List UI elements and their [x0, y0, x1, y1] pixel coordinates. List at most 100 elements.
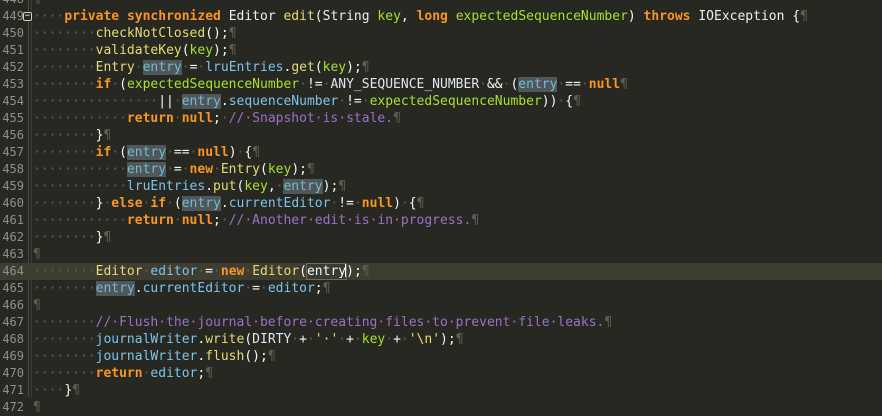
- code-line[interactable]: 460 ········}·else·if·(entry.currentEdito…: [0, 195, 882, 212]
- code-editor-pane[interactable]: 448¶449−····private synchronized Editor …: [0, 0, 882, 416]
- code-token: +: [299, 332, 307, 347]
- code-line[interactable]: 459 ············lruEntries.put(key,·entry…: [0, 178, 882, 195]
- line-code[interactable]: ············lruEntries.put(key,·entry);¶: [33, 178, 346, 195]
- code-line[interactable]: 454 ················||·entry.sequenceNumb…: [0, 93, 882, 110]
- code-line[interactable]: 453 ········if·(expectedSequenceNumber·!=…: [0, 76, 882, 93]
- fold-collapse-icon[interactable]: −: [23, 12, 32, 21]
- line-code[interactable]: ¶: [33, 297, 41, 314]
- line-code[interactable]: ········}·else·if·(entry.currentEditor·!…: [33, 195, 424, 212]
- line-code[interactable]: ········Entry·entry·=·lruEntries.get(key…: [33, 59, 370, 76]
- whitespace-marker: ·: [220, 111, 229, 126]
- code-token: journalWriter: [95, 332, 198, 347]
- code-line[interactable]: 472 ¶: [0, 399, 882, 416]
- code-token: Entry: [95, 60, 135, 75]
- line-code[interactable]: ················||·entry.sequenceNumber·…: [33, 93, 581, 110]
- whitespace-marker: ·: [338, 94, 347, 109]
- code-token: +: [346, 332, 354, 347]
- code-line[interactable]: 455 ············return·null;·//·Snapshot·…: [0, 110, 882, 127]
- whitespace-marker: ················: [33, 94, 159, 109]
- code-line[interactable]: 466 ¶: [0, 297, 882, 314]
- whitespace-marker: ·: [244, 281, 253, 296]
- code-token: if: [95, 145, 112, 160]
- code-line[interactable]: 464 ········Editor·editor·=·new·Editor(en…: [0, 263, 882, 280]
- line-code[interactable]: ········return·editor;¶: [33, 365, 213, 382]
- code-line[interactable]: 458 ············entry·=·new·Entry(key);¶: [0, 161, 882, 178]
- line-code[interactable]: ············return·null;·//·Snapshot·is·…: [33, 110, 401, 127]
- line-number: 469: [2, 349, 24, 363]
- code-line[interactable]: 456 ········}¶: [0, 127, 882, 144]
- line-number: 466: [2, 298, 24, 312]
- code-line[interactable]: 461 ············return·null;·//·Another·e…: [0, 212, 882, 229]
- code-token: editor: [267, 281, 315, 296]
- code-line[interactable]: 462 ········}¶: [0, 229, 882, 246]
- line-code[interactable]: ¶: [33, 246, 41, 263]
- code-line[interactable]: 452 ········Entry·entry·=·lruEntries.get(…: [0, 59, 882, 76]
- line-number: 458: [2, 162, 24, 176]
- line-number: 468: [2, 332, 24, 346]
- line-number: 462: [2, 230, 24, 244]
- whitespace-marker: ·: [173, 94, 182, 109]
- code-token: key: [267, 162, 292, 177]
- whitespace-marker: ····: [33, 9, 65, 24]
- code-token: return: [126, 213, 174, 228]
- code-line[interactable]: 463 ¶: [0, 246, 882, 263]
- code-line[interactable]: 465 ········entry.currentEditor·=·editor;…: [0, 280, 882, 297]
- line-code[interactable]: ········}¶: [33, 127, 111, 144]
- whitespace-marker: ·: [260, 281, 268, 296]
- code-token: ();: [205, 26, 229, 41]
- line-number: 470: [2, 366, 24, 380]
- line-code[interactable]: ············return·null;·//·Another·edit…: [33, 212, 479, 229]
- line-code[interactable]: ¶: [33, 399, 41, 416]
- whitespace-marker: ¶: [205, 366, 214, 381]
- code-token: //·Snapshot·is·stale.: [228, 111, 394, 126]
- code-line[interactable]: 450 ········checkNotClosed();¶: [0, 25, 882, 42]
- line-code[interactable]: ············entry·=·new·Entry(key);¶: [33, 161, 315, 178]
- code-token: private: [64, 9, 120, 24]
- line-code[interactable]: ········//·Flush·the·journal·before·crea…: [33, 314, 612, 331]
- whitespace-marker: ¶: [228, 43, 237, 58]
- whitespace-marker: ·: [181, 162, 190, 177]
- code-token: (: [181, 43, 190, 58]
- whitespace-marker: ·: [181, 60, 190, 75]
- line-code[interactable]: ····private synchronized Editor edit(Str…: [33, 8, 808, 25]
- line-code[interactable]: ········validateKey(key);¶: [33, 42, 237, 59]
- code-line[interactable]: 448 ¶: [0, 0, 882, 8]
- code-line[interactable]: 457 ········if·(entry·==·null)·{¶: [0, 144, 882, 161]
- whitespace-marker: [221, 9, 229, 24]
- line-number: 453: [2, 77, 24, 91]
- whitespace-marker: ¶: [33, 400, 41, 415]
- line-code[interactable]: ········entry.currentEditor·=·editor;¶: [33, 280, 330, 297]
- whitespace-marker: ········: [33, 26, 96, 41]
- code-token: .: [134, 281, 143, 296]
- line-code[interactable]: ········journalWriter.write(DIRTY·+·'·'·…: [33, 331, 464, 348]
- code-line[interactable]: 468 ········journalWriter.write(DIRTY·+·'…: [0, 331, 882, 348]
- code-token: entry: [126, 162, 167, 177]
- line-number: 465: [2, 281, 24, 295]
- whitespace-marker: ¶: [471, 213, 480, 228]
- whitespace-marker: ·: [479, 77, 487, 92]
- whitespace-marker: ········: [33, 128, 96, 143]
- line-code[interactable]: ········if·(expectedSequenceNumber·!=·AN…: [33, 76, 628, 93]
- line-number: 467: [2, 315, 24, 329]
- line-code[interactable]: ········if·(entry·==·null)·{¶: [33, 144, 260, 161]
- code-token: entry: [181, 94, 221, 109]
- code-lines[interactable]: 448¶449−····private synchronized Editor …: [0, 0, 882, 416]
- line-code[interactable]: ¶: [33, 0, 41, 8]
- line-number: 461: [2, 213, 24, 227]
- code-token: .: [220, 94, 229, 109]
- whitespace-marker: ¶: [361, 264, 370, 279]
- code-line[interactable]: 469 ········journalWriter.flush();¶: [0, 348, 882, 365]
- code-line[interactable]: 449− ····private synchronized Editor edit…: [0, 8, 882, 25]
- line-code[interactable]: ········journalWriter.flush();¶: [33, 348, 276, 365]
- code-line[interactable]: 467 ········//·Flush·the·journal·before·c…: [0, 314, 882, 331]
- line-code[interactable]: ····}¶: [33, 382, 80, 399]
- code-line[interactable]: 471 ····}¶: [0, 382, 882, 399]
- whitespace-marker: ¶: [573, 94, 581, 109]
- code-line[interactable]: 470 ········return·editor;¶: [0, 365, 882, 382]
- line-code[interactable]: ········}¶: [33, 229, 111, 246]
- line-code[interactable]: ········Editor·editor·=·new·Editor(entry…: [33, 263, 370, 280]
- code-token: key: [322, 60, 347, 75]
- line-code[interactable]: ········checkNotClosed();¶: [33, 25, 237, 42]
- code-line[interactable]: 451 ········validateKey(key);¶: [0, 42, 882, 59]
- code-token: key: [377, 9, 401, 24]
